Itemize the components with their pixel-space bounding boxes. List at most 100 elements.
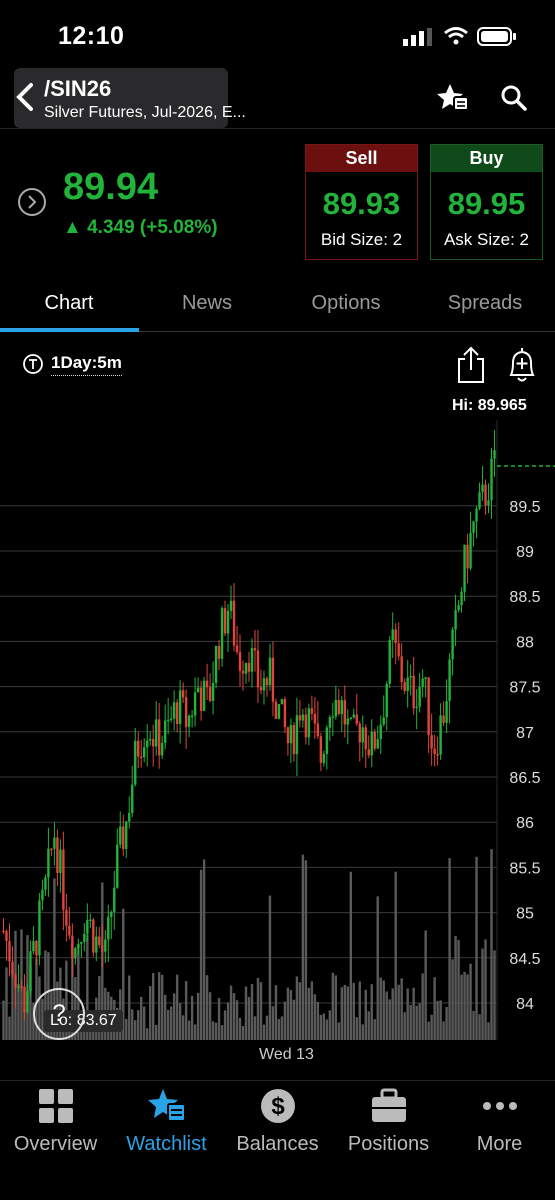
candle-body	[406, 677, 409, 691]
candle-body	[322, 753, 326, 763]
candle-body	[295, 715, 299, 755]
volume-bar	[128, 975, 131, 1040]
candle-body	[274, 701, 278, 719]
sell-button[interactable]: Sell 89.93 Bid Size: 2	[305, 144, 418, 260]
volume-bar	[397, 984, 400, 1040]
candle-body	[107, 917, 110, 940]
candle-body	[247, 662, 251, 672]
candle-body	[59, 849, 62, 873]
candle-body	[169, 718, 173, 721]
nav-positions[interactable]: Positions	[333, 1088, 444, 1156]
search-icon[interactable]	[500, 84, 528, 112]
nav-overview[interactable]: Overview	[0, 1088, 111, 1156]
candle-body	[478, 492, 481, 509]
y-tick-label: 84	[516, 996, 534, 1013]
candle-body	[235, 645, 239, 653]
volume-bar	[256, 977, 260, 1040]
candle-body	[220, 608, 224, 659]
candle-body	[125, 821, 128, 849]
candle-body	[265, 678, 269, 686]
candle-body	[23, 986, 26, 1013]
volume-bar	[229, 985, 233, 1040]
volume-bar	[154, 1024, 158, 1040]
nav-balances[interactable]: $ Balances	[222, 1088, 333, 1156]
volume-bar	[385, 991, 388, 1040]
nav-watchlist[interactable]: Watchlist	[111, 1088, 222, 1156]
help-button[interactable]: ?	[33, 988, 85, 1040]
candle-body	[352, 714, 355, 718]
nav-watchlist-label: Watchlist	[126, 1133, 207, 1155]
volume-bar	[358, 981, 361, 1040]
candle-body	[481, 484, 484, 493]
price-chart[interactable]: 89.5 89 88.5 88 87.5 87 86.5 86 85.5 85 84.5 84	[0, 420, 555, 1050]
volume-bar	[466, 974, 469, 1040]
volume-bar	[211, 1021, 215, 1040]
volume-bar	[175, 974, 179, 1040]
volume-bar	[325, 1019, 329, 1040]
volume-bar	[388, 999, 391, 1040]
bid-size: Bid Size: 2	[320, 230, 403, 249]
expand-quote-icon[interactable]	[17, 187, 47, 217]
candle-body	[286, 727, 290, 744]
candle-body	[160, 742, 164, 756]
watchlist-star-icon[interactable]	[436, 83, 470, 113]
candle-body	[83, 933, 86, 942]
candle-body	[379, 724, 382, 740]
volume-bar	[286, 987, 290, 1040]
tab-options[interactable]: Options	[277, 292, 415, 315]
tab-news[interactable]: News	[138, 292, 276, 315]
buy-button[interactable]: Buy 89.95 Ask Size: 2	[430, 144, 543, 260]
volume-bar	[328, 1010, 332, 1040]
volume-bar	[451, 959, 454, 1040]
ask-price: 89.95	[447, 186, 526, 221]
volume-bar	[313, 994, 317, 1040]
timeframe-icon[interactable]	[22, 353, 44, 375]
candle-body	[8, 940, 11, 962]
last-price: 89.94	[63, 166, 159, 208]
candle-body	[50, 848, 53, 851]
candle-body	[98, 936, 101, 946]
volume-bar	[247, 997, 251, 1040]
volume-bar	[304, 860, 308, 1040]
volume-bar	[131, 1009, 134, 1040]
volume-bar	[184, 981, 188, 1040]
candle-body	[166, 719, 170, 722]
nav-balances-label: Balances	[236, 1133, 319, 1155]
nav-more[interactable]: More	[444, 1088, 555, 1156]
candle-body	[26, 991, 29, 1013]
volume-bar	[250, 984, 254, 1040]
volume-bar	[436, 1000, 439, 1040]
candle-body	[376, 739, 379, 749]
candle-body	[283, 699, 287, 728]
volume-bar	[439, 1000, 442, 1040]
volume-bar	[241, 1025, 245, 1040]
volume-bar	[238, 1017, 242, 1040]
volume-bar	[364, 989, 367, 1040]
volume-bar	[5, 967, 8, 1040]
volume-bar	[472, 1010, 475, 1040]
candle-body	[146, 740, 149, 748]
nav-overview-label: Overview	[13, 1133, 98, 1155]
tab-spreads[interactable]: Spreads	[416, 292, 554, 315]
bid-price: 89.93	[322, 186, 401, 221]
candle-body	[47, 848, 50, 878]
candle-body	[157, 719, 161, 756]
candle-body	[466, 544, 469, 569]
add-alert-icon[interactable]	[505, 345, 539, 385]
candle-body	[328, 717, 332, 728]
share-icon[interactable]	[456, 346, 486, 384]
price-change: ▲ 4.349 (+5.08%)	[63, 217, 218, 239]
back-icon[interactable]	[14, 82, 36, 112]
volume-bar	[301, 854, 305, 1040]
candle-body	[137, 740, 140, 757]
candle-body	[163, 720, 167, 743]
candle-body	[397, 643, 400, 657]
volume-bar	[484, 939, 487, 1040]
timeframe-selector[interactable]: 1Day:5m	[51, 353, 122, 376]
candle-body	[298, 715, 302, 721]
candle-body	[131, 784, 134, 814]
volume-bar	[274, 985, 278, 1040]
volume-bar	[343, 984, 347, 1040]
tab-chart[interactable]: Chart	[0, 292, 138, 315]
candle-body	[17, 986, 20, 988]
